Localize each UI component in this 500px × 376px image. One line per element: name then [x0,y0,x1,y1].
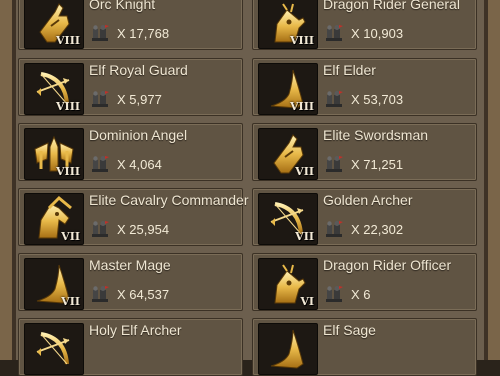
helmet-icon: VIII [24,0,84,49]
tier-badge: VIII [290,100,314,113]
troop-count: X 71,251 [351,157,404,172]
tier-badge: VII [61,230,80,243]
soldier-icon [324,219,344,239]
troop-name: Orc Knight [89,0,156,12]
troop-count: X 4,064 [117,157,162,172]
troop-name: Golden Archer [323,192,413,208]
soldier-icon [324,154,344,174]
mage-hat-icon: VIII [258,63,318,115]
troop-name: Elf Elder [323,62,376,78]
bow-icon: VII [258,193,318,245]
troop-count: X 64,537 [117,287,170,302]
troop-count: X 25,954 [117,222,170,237]
troop-card[interactable]: VII Elite Cavalry Commander X 25,954 [18,188,249,246]
tier-badge: VII [295,165,314,178]
troop-card[interactable]: VIII Dragon Rider General X 10,903 [252,0,477,50]
helmet-icon: VII [258,128,318,180]
troop-name: Elite Swordsman [323,127,429,143]
dragon-icon: VI [258,258,318,310]
troop-name: Holy Elf Archer [89,322,182,338]
soldier-icon [324,89,344,109]
troop-count: X 6 [351,287,371,302]
troop-card[interactable]: VIII Elf Elder X 53,703 [252,58,477,116]
soldier-icon [90,23,110,43]
horse-icon: VII [24,193,84,245]
troop-count: X 22,302 [351,222,404,237]
soldier-icon [90,219,110,239]
troop-name: Elf Sage [323,322,376,338]
bow-icon: VIII [24,63,84,115]
troop-name: Dominion Angel [89,127,188,143]
troop-card[interactable]: VII Master Mage X 64,537 [18,253,243,311]
tier-badge: VI [300,295,314,308]
tier-badge: VIII [56,100,80,113]
troop-card[interactable]: Elf Sage [252,318,477,376]
troop-count: X 10,903 [351,26,404,41]
tier-badge: VII [61,295,80,308]
dragon-icon: VIII [258,0,318,49]
soldier-icon [90,89,110,109]
soldier-icon [324,284,344,304]
troop-name: Dragon Rider General [323,0,460,12]
troop-card[interactable]: VII Golden Archer X 22,302 [252,188,477,246]
tier-badge: VIII [290,34,314,47]
soldier-icon [90,154,110,174]
troop-card[interactable]: VI Dragon Rider Officer X 6 [252,253,477,311]
troop-card[interactable]: VII Elite Swordsman X 71,251 [252,123,477,181]
tier-badge: VIII [56,34,80,47]
troop-name: Elf Royal Guard [89,62,188,78]
troop-count: X 5,977 [117,92,162,107]
troop-count: X 17,768 [117,26,170,41]
troop-card[interactable]: VIII Elf Royal Guard X 5,977 [18,58,243,116]
troop-name: Master Mage [89,257,171,273]
bow-icon [24,323,84,375]
troop-count: X 53,703 [351,92,404,107]
troop-name: Dragon Rider Officer [323,257,452,273]
angel-icon: VIII [24,128,84,180]
troop-card[interactable]: VIII Orc Knight X 17,768 [18,0,243,50]
tier-badge: VIII [56,165,80,178]
soldier-icon [90,284,110,304]
mage-hat-icon [258,323,318,375]
troop-name: Elite Cavalry Commander [89,192,249,208]
tier-badge: VII [295,230,314,243]
troop-card[interactable]: VIII Dominion Angel X 4,064 [18,123,243,181]
mage-hat-icon: VII [24,258,84,310]
soldier-icon [324,23,344,43]
troop-card[interactable]: Holy Elf Archer [18,318,243,376]
